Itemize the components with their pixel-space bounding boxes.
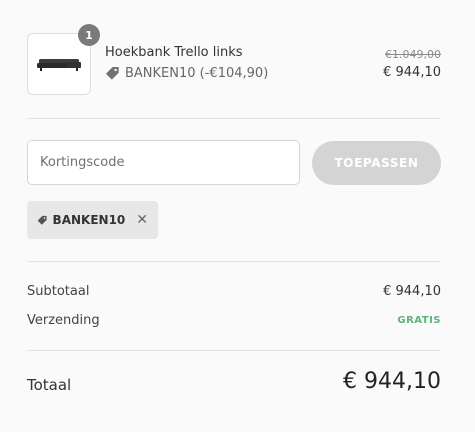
applied-discount-code: BANKEN10 — [52, 213, 126, 227]
total-value: € 944,10 — [343, 369, 441, 394]
product-thumbnail-wrap: 1 — [27, 24, 100, 95]
apply-discount-button[interactable]: TOEPASSEN — [312, 141, 441, 185]
product-name: Hoekbank Trello links — [105, 45, 243, 60]
divider — [27, 350, 441, 351]
shipping-value: GRATIS — [397, 315, 441, 326]
close-icon[interactable]: ✕ — [136, 212, 148, 228]
product-discount-text: BANKEN10 (-€104,90) — [125, 66, 269, 81]
tag-icon — [105, 66, 119, 80]
product-discount: BANKEN10 (-€104,90) — [105, 66, 268, 81]
divider — [27, 118, 441, 119]
shipping-label: Verzending — [27, 313, 100, 328]
tag-icon — [37, 215, 47, 225]
total-label: Totaal — [27, 376, 72, 394]
subtotal-value: € 944,10 — [383, 284, 441, 299]
discount-code-input[interactable] — [27, 140, 300, 185]
order-summary: 1 Hoekbank Trello links BANKEN10 (-€104,… — [0, 0, 475, 432]
original-price: €1.049,00 — [385, 48, 441, 61]
item-price: € 944,10 — [383, 65, 441, 80]
quantity-badge: 1 — [78, 24, 100, 46]
sofa-icon — [37, 59, 81, 71]
subtotal-label: Subtotaal — [27, 284, 90, 299]
divider — [27, 261, 441, 262]
applied-discount-chip: BANKEN10 ✕ — [27, 201, 158, 239]
